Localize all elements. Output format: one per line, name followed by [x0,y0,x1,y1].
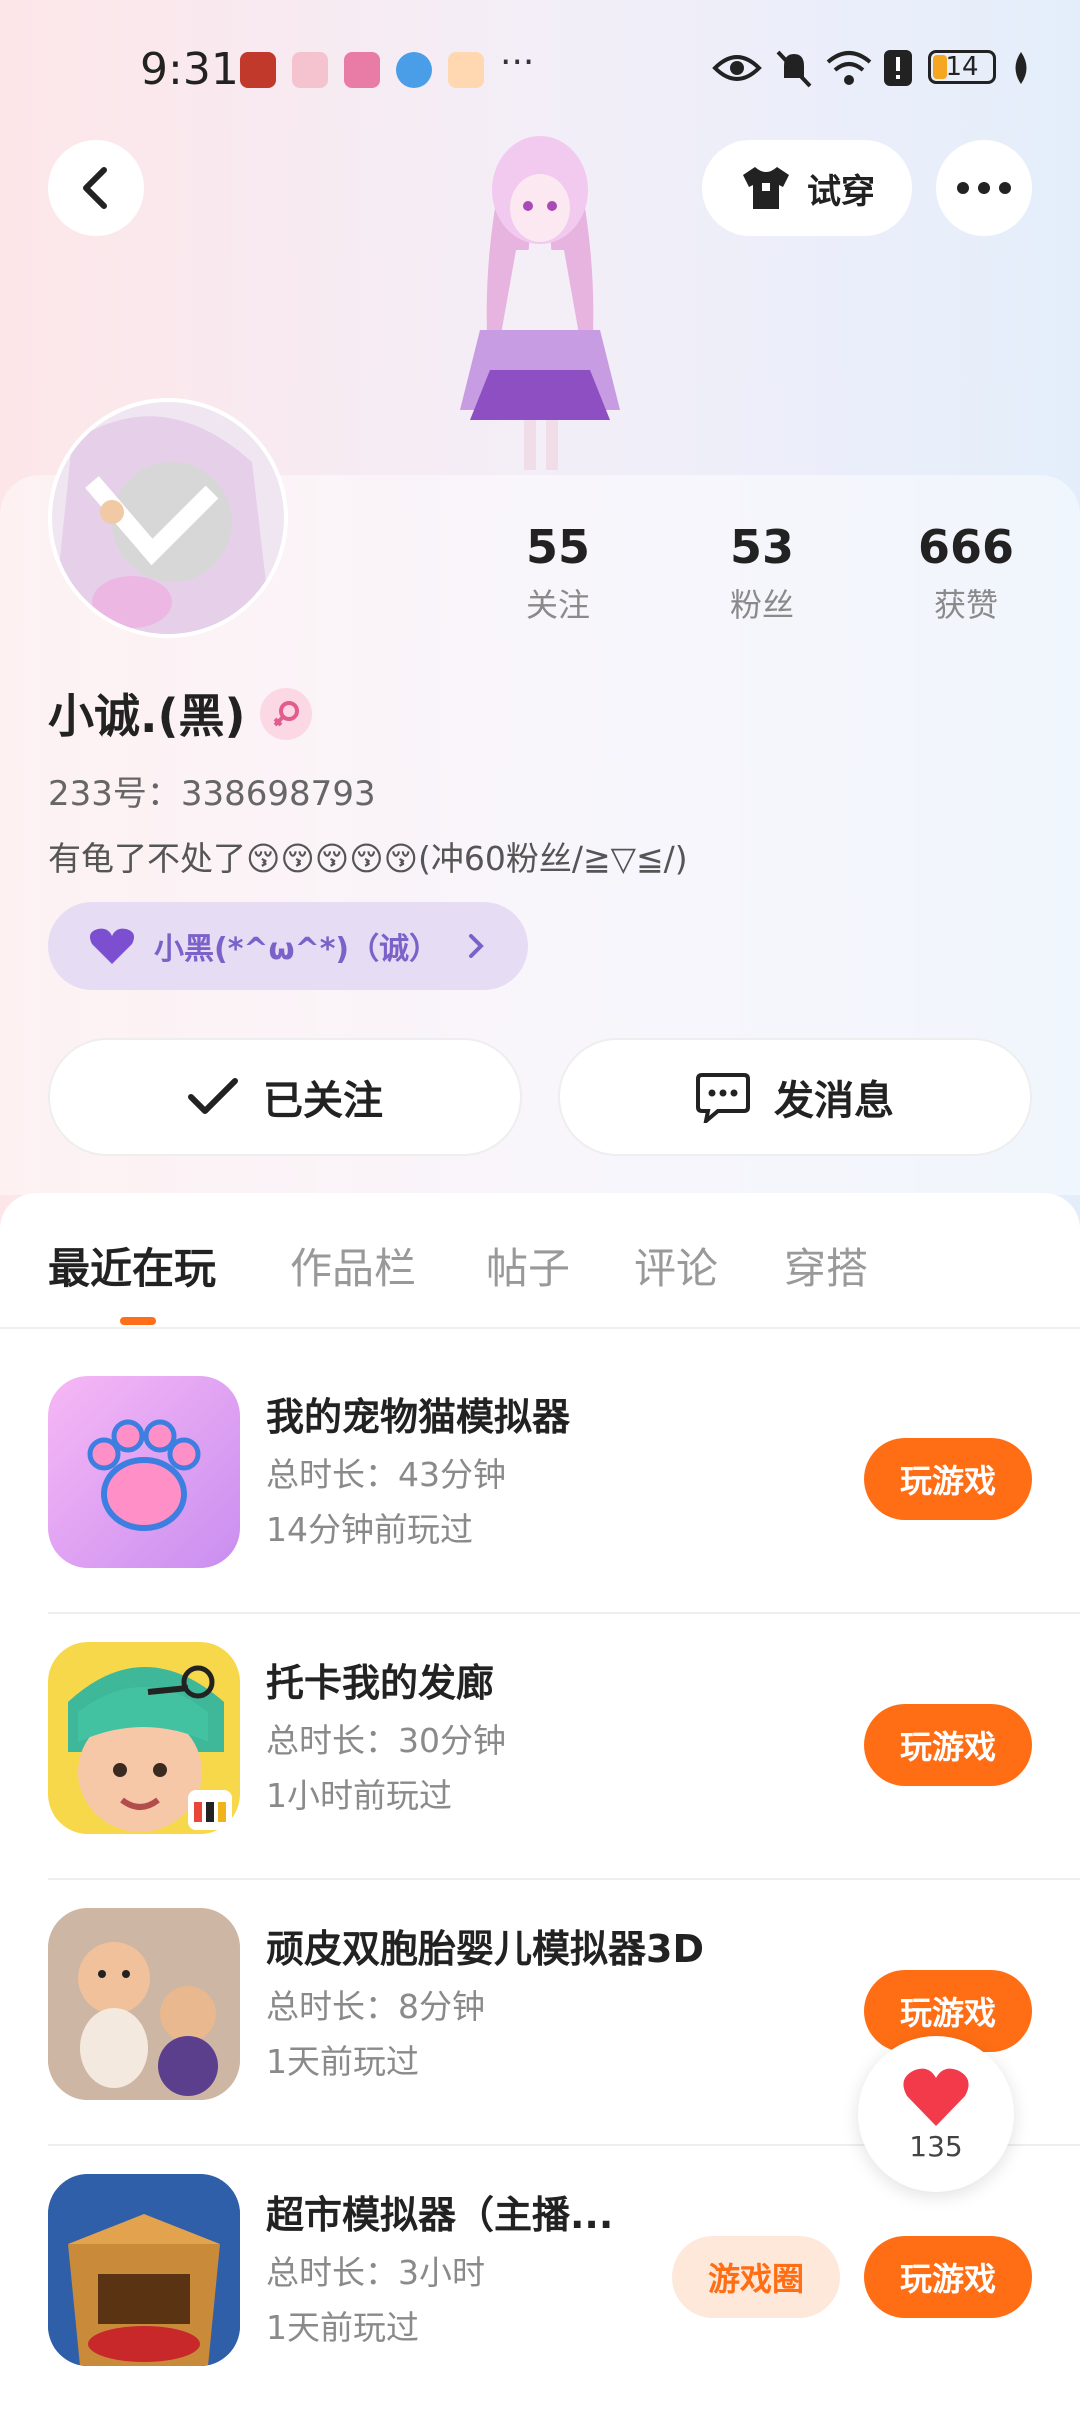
app-notification-icon [396,52,432,88]
mute-icon [776,50,812,88]
game-last-played: 1天前玩过 [266,2042,419,2081]
stat-label: 粉丝 [729,586,794,624]
username: 小诚.(黑) [48,689,246,743]
game-title: 托卡我的发廊 [266,1661,495,1705]
status-time: 9:31 [140,44,239,95]
game-duration: 总时长：3小时 [266,2253,485,2292]
game-last-played: 14分钟前玩过 [266,1510,473,1549]
status-bar: 9:31 ··· 14 [0,40,1080,100]
game-duration: 总时长：43分钟 [266,1455,506,1494]
followed-button[interactable]: 已关注 [48,1038,522,1156]
stat-value: 666 [917,520,1015,574]
stat-value: 55 [525,520,590,574]
tshirt-icon [743,167,789,209]
tab-outfits[interactable]: 穿搭 [784,1235,868,1296]
game-duration: 总时长：8分钟 [266,1987,485,2026]
twin-babies-art [48,1908,240,2100]
tab-comments[interactable]: 评论 [634,1235,718,1296]
chat-icon [696,1073,750,1123]
game-title: 顽皮双胞胎婴儿模拟器3D [266,1927,704,1971]
wifi-icon [826,51,872,85]
battery-level: 14 [945,52,979,82]
female-icon [273,701,299,727]
play-game-button[interactable]: 玩游戏 [864,1704,1032,1786]
app-notification-icon [344,52,380,88]
message-button[interactable]: 发消息 [558,1038,1032,1156]
back-button[interactable] [48,140,144,236]
gender-badge [260,688,312,740]
more-icon [957,182,1011,194]
tab-divider [0,1327,1080,1329]
avatar-3d-figure[interactable] [420,120,660,480]
tab-posts[interactable]: 帖子 [486,1235,570,1296]
play-game-button[interactable]: 玩游戏 [864,2236,1032,2318]
play-game-button[interactable]: 玩游戏 [864,1438,1032,1520]
stat-label: 获赞 [933,586,998,624]
game-last-played: 1天前玩过 [266,2308,419,2347]
tab-works[interactable]: 作品栏 [290,1235,416,1296]
game-icon [48,1908,240,2100]
game-icon [48,1376,240,1568]
user-bio: 有龟了不处了😚😚😚😚😚(冲60粉丝/≧▽≦/) [48,839,688,878]
game-icon [48,2174,240,2366]
eye-icon [712,55,762,81]
back-icon [83,167,107,209]
stat-following[interactable]: 55 关注 [478,520,638,626]
app-notification-icon [448,52,484,88]
chevron-right-icon [469,934,484,958]
game-list-item[interactable]: 托卡我的发廊 总时长：30分钟 1小时前玩过 玩游戏 [0,1614,1080,1880]
game-icon [48,1642,240,1834]
game-title: 我的宠物猫模拟器 [266,1395,571,1439]
battery-indicator: 14 [928,50,996,84]
tab-recent-play[interactable]: 最近在玩 [48,1235,216,1296]
avatar[interactable] [48,398,288,638]
game-list-item[interactable]: 我的宠物猫模拟器 总时长：43分钟 14分钟前玩过 玩游戏 [0,1348,1080,1614]
game-circle-button[interactable]: 游戏圈 [672,2236,840,2318]
hair-salon-art [68,1665,232,1832]
relationship-tag-label: 小黑(*^ω^*)（诚） [154,932,440,967]
supermarket-art [48,2174,240,2366]
alert-icon [884,50,912,86]
more-notifications: ··· [500,42,535,83]
app-notification-icon [292,52,328,88]
like-count: 135 [909,2129,963,2163]
leaf-icon [1015,52,1027,84]
followed-label: 已关注 [263,1078,383,1124]
game-last-played: 1小时前玩过 [266,1776,452,1815]
stat-label: 关注 [525,586,590,624]
like-float-button[interactable]: 135 [858,2036,1014,2192]
paw-icon [87,1419,201,1531]
stat-likes[interactable]: 666 获赞 [886,520,1046,626]
heart-icon [903,2068,969,2126]
try-on-button[interactable]: 试穿 [702,140,912,236]
check-icon [188,1078,238,1114]
game-duration: 总时长：30分钟 [266,1721,506,1760]
message-label: 发消息 [774,1078,894,1124]
heart-icon [90,928,134,964]
app-notification-icon [240,52,276,88]
avatar-image [52,402,284,634]
try-on-label: 试穿 [807,171,875,212]
stat-followers[interactable]: 53 粉丝 [682,520,842,626]
user-id: 233号：338698793 [48,774,376,814]
more-button[interactable] [936,140,1032,236]
game-title: 超市模拟器（主播... [266,2193,614,2237]
stat-value: 53 [729,520,794,574]
tab-active-indicator [120,1317,156,1325]
relationship-tag[interactable]: 小黑(*^ω^*)（诚） [48,902,528,990]
